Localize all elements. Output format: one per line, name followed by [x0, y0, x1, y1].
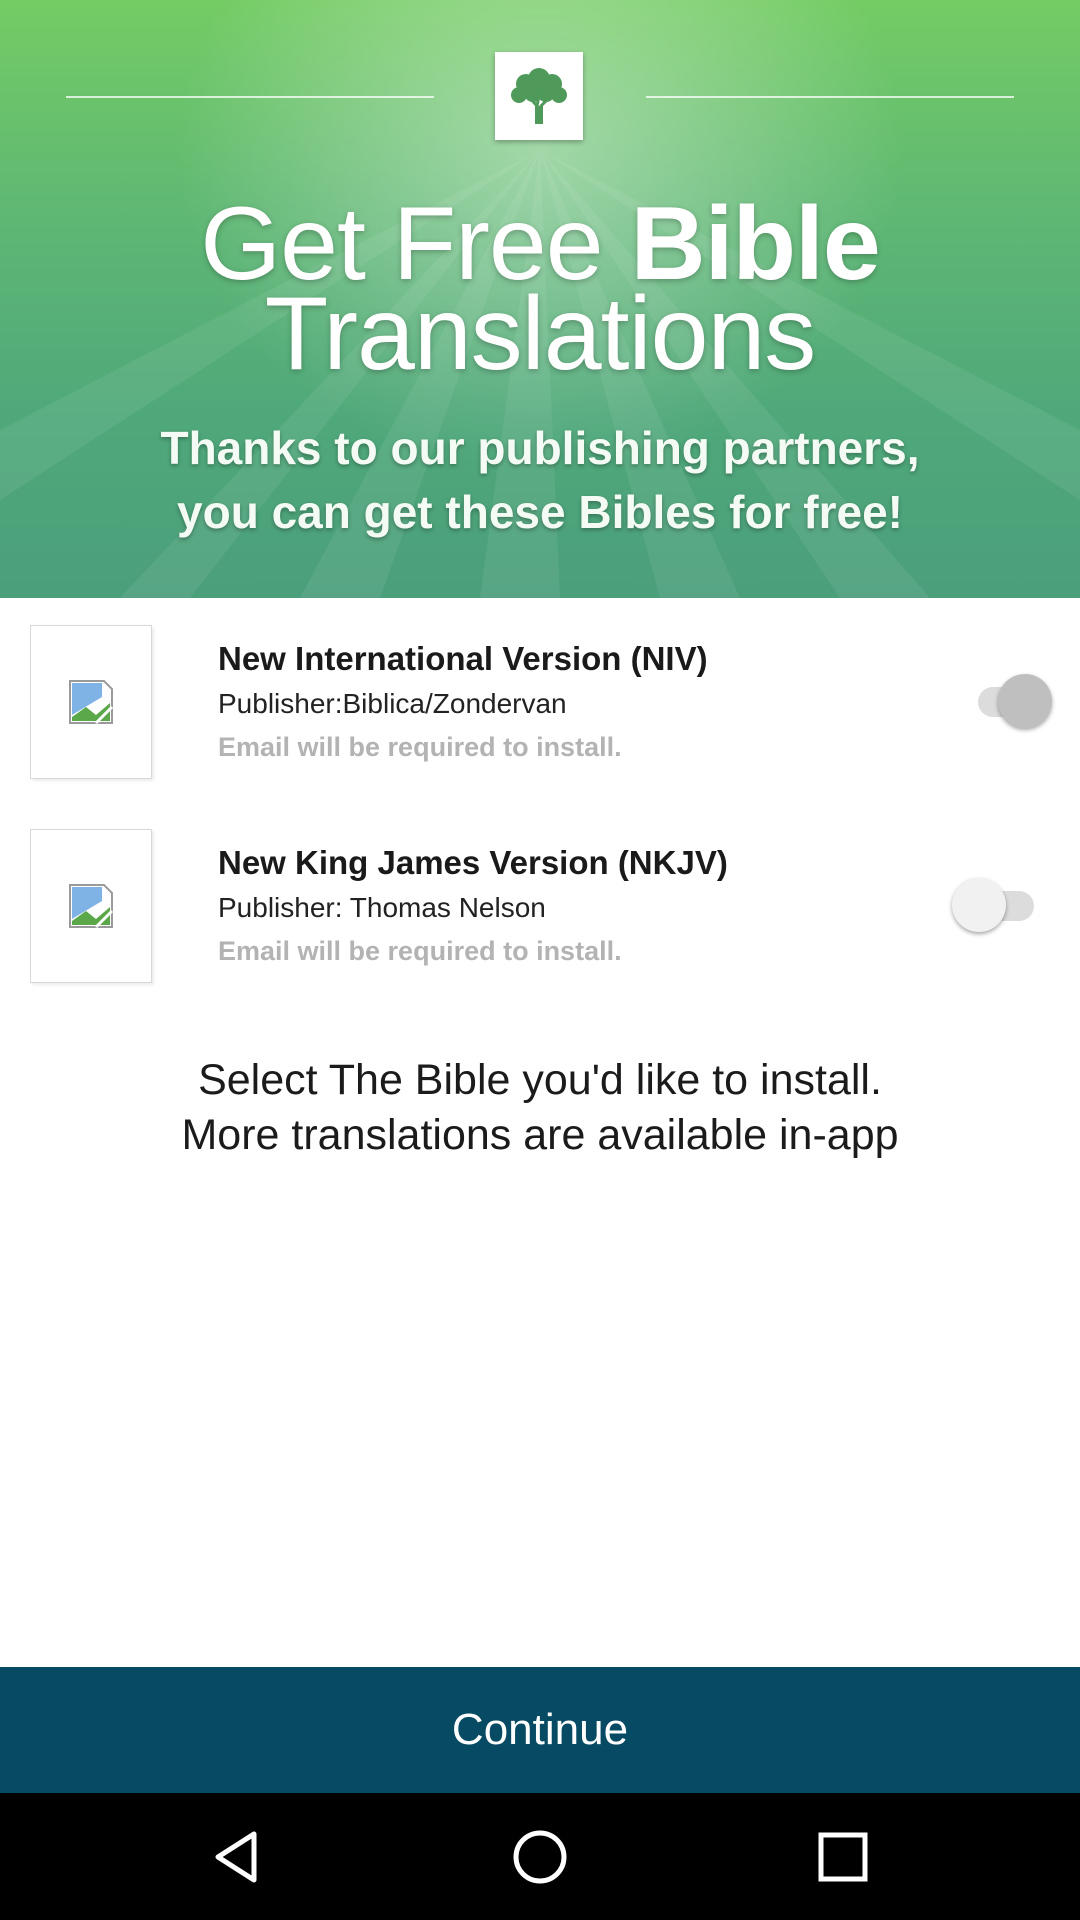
bible-email-note: Email will be required to install.: [218, 732, 622, 762]
recents-square-icon[interactable]: [812, 1826, 874, 1888]
bible-publisher: Publisher:Biblica/Zondervan: [218, 688, 567, 719]
broken-image-icon: [30, 625, 152, 779]
instructions-line1: Select The Bible you'd like to install.: [198, 1056, 882, 1104]
nkjv-install-toggle[interactable]: [952, 878, 1042, 932]
banner-subtitle-line1: Thanks to our publishing partners,: [160, 422, 920, 474]
bible-item-nkjv[interactable]: New King James Version (NKJV) Publisher:…: [0, 824, 1080, 994]
back-triangle-icon[interactable]: [206, 1826, 268, 1888]
bible-title: New International Version (NIV): [218, 640, 708, 677]
toggle-knob: [998, 674, 1052, 728]
tree-logo-icon: [495, 52, 583, 140]
bible-title: New King James Version (NKJV): [218, 844, 728, 881]
bible-item-niv[interactable]: New International Version (NIV) Publishe…: [0, 620, 1080, 790]
system-navigation-bar: [0, 1793, 1080, 1920]
promo-banner: Get Free Bible Translations Thanks to ou…: [0, 0, 1080, 598]
banner-title-line2: Translations: [264, 276, 817, 392]
instructions-line2: More translations are available in-app: [181, 1111, 899, 1159]
continue-button[interactable]: Continue: [0, 1667, 1080, 1793]
bible-publisher: Publisher: Thomas Nelson: [218, 892, 546, 923]
banner-divider-left: [66, 96, 434, 98]
bible-email-note: Email will be required to install.: [218, 936, 622, 966]
home-circle-icon[interactable]: [509, 1826, 571, 1888]
toggle-knob: [952, 878, 1006, 932]
broken-image-icon: [30, 829, 152, 983]
banner-subtitle-line2: you can get these Bibles for free!: [177, 486, 903, 538]
banner-divider-right: [646, 96, 1014, 98]
niv-install-toggle[interactable]: [968, 674, 1052, 728]
